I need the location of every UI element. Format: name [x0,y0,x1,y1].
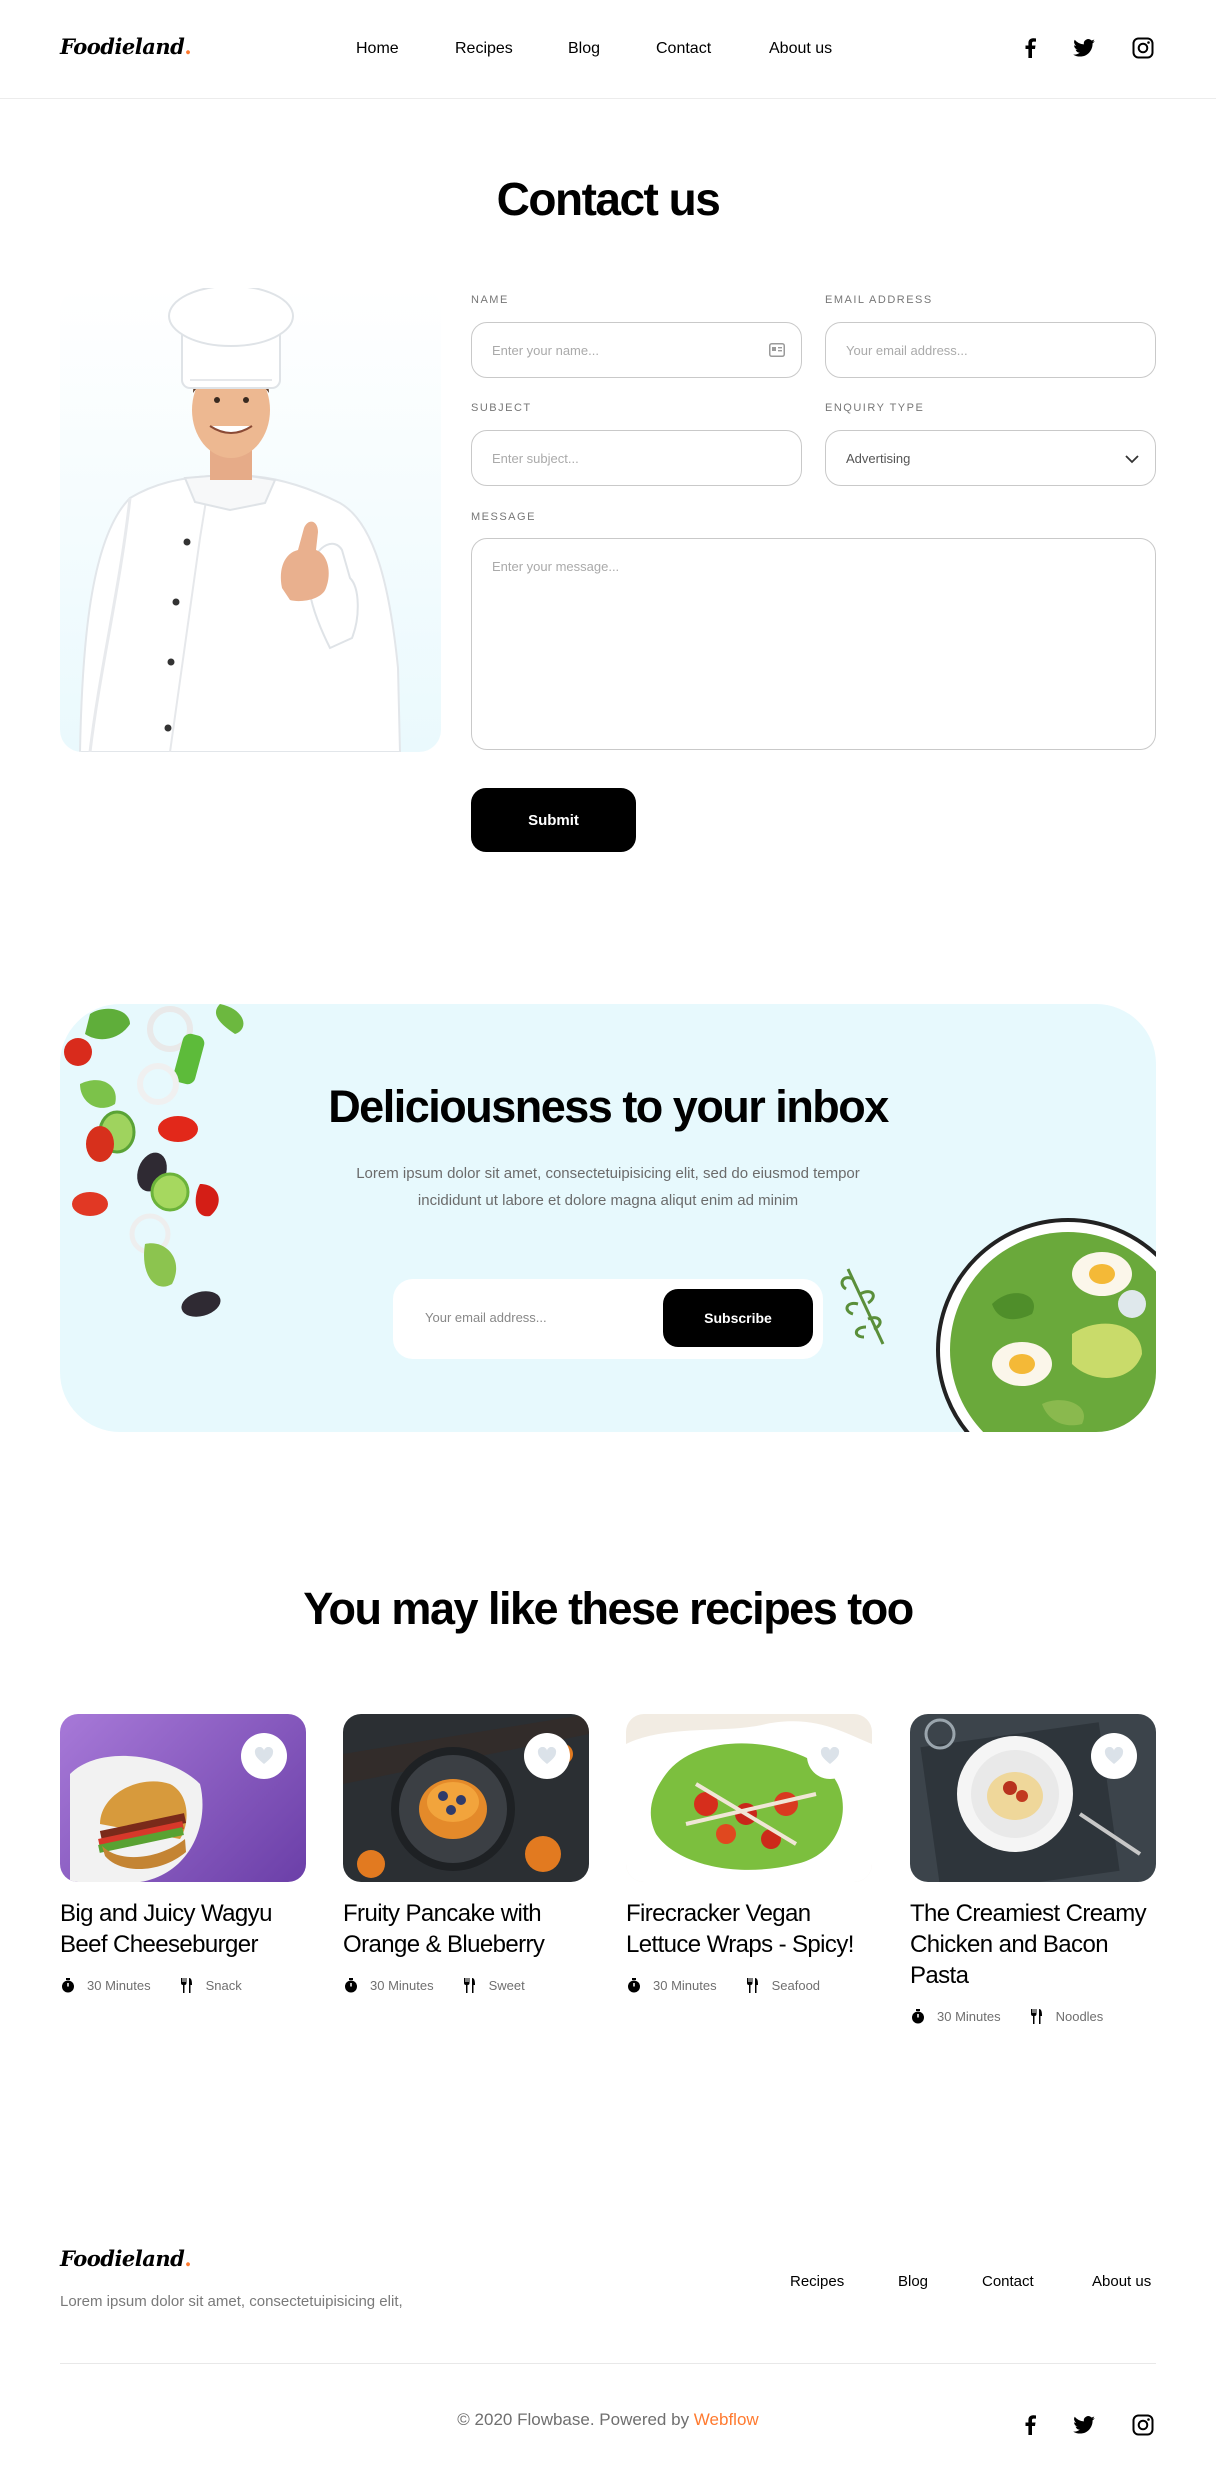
submit-button[interactable]: Submit [471,788,636,852]
herb-sprig-image [840,1268,885,1345]
site-header: Foodieland. Home Recipes Blog Contact Ab… [0,0,1216,99]
timer-icon [910,2009,925,2024]
timer-icon [626,1978,641,1993]
nav-home[interactable]: Home [356,40,399,58]
heart-icon [254,1747,274,1764]
recipe-image[interactable] [60,1714,306,1882]
recipe-image[interactable] [343,1714,589,1882]
nav-blog[interactable]: Blog [568,40,600,58]
email-input[interactable]: Your email address... [825,322,1156,378]
salad-bowl-image [936,1218,1156,1432]
timer-icon [60,1978,75,1993]
subject-label: SUBJECT [471,402,532,414]
contact-title: Contact us [496,173,721,225]
recipe-title[interactable]: Fruity Pancake with Orange & Blueberry [343,1898,589,1960]
nav-contact[interactable]: Contact [656,40,711,58]
favorite-button[interactable] [241,1733,287,1779]
recipe-image[interactable] [910,1714,1156,1882]
newsletter-email-input[interactable]: Your email address... [425,1310,547,1325]
message-label: MESSAGE [471,511,536,523]
name-input[interactable]: Enter your name... [471,322,802,378]
subscribe-button[interactable]: Subscribe [663,1289,813,1347]
newsletter-title: Deliciousness to your inbox [328,1081,889,1132]
footer-description: Lorem ipsum dolor sit amet, consectetuip… [60,2293,403,2310]
footer-logo[interactable]: Foodieland. [60,2246,192,2271]
fork-knife-icon [179,1978,194,1993]
recipe-card[interactable]: Fruity Pancake with Orange & Blueberry 3… [343,1714,589,1993]
chevron-down-icon [1125,452,1139,467]
fork-knife-icon [745,1978,760,1993]
recipe-meta: 30 Minutes Snack [60,1978,306,1993]
enquiry-type-label: ENQUIRY TYPE [825,402,925,414]
enquiry-type-select[interactable]: Advertising [825,430,1156,486]
logo[interactable]: Foodieland. [60,34,192,59]
newsletter-section: Deliciousness to your inbox Lorem ipsum … [60,1004,1156,1432]
recipe-title[interactable]: The Creamiest Creamy Chicken and Bacon P… [910,1898,1156,1991]
footer-nav-recipes[interactable]: Recipes [790,2273,844,2290]
subject-input[interactable]: Enter subject... [471,430,802,486]
name-label: NAME [471,294,509,306]
newsletter-description: Lorem ipsum dolor sit amet, consectetuip… [356,1165,860,1209]
footer-nav-blog[interactable]: Blog [898,2273,928,2290]
footer-nav-contact[interactable]: Contact [982,2273,1034,2290]
recipe-title[interactable]: Big and Juicy Wagyu Beef Cheeseburger [60,1898,306,1960]
timer-icon [343,1978,358,1993]
nav-about-us[interactable]: About us [769,40,832,58]
heart-icon [820,1747,840,1764]
salad-ingredients-image [64,1004,244,1317]
webflow-link[interactable]: Webflow [694,2410,759,2429]
footer-facebook-icon[interactable] [1017,2412,1043,2438]
recipe-meta: 30 Minutes Noodles [910,2009,1156,2024]
heart-icon [1104,1747,1124,1764]
newsletter-form: Your email address... Subscribe [393,1279,823,1359]
fork-knife-icon [1029,2009,1044,2024]
heart-icon [537,1747,557,1764]
fork-knife-icon [462,1978,477,1993]
recipes-section-title: You may like these recipes too [303,1583,914,1634]
recipe-meta: 30 Minutes Sweet [343,1978,589,1993]
nav-recipes[interactable]: Recipes [455,40,513,58]
recipe-card[interactable]: Firecracker Vegan Lettuce Wraps - Spicy!… [626,1714,872,1993]
recipe-card[interactable]: Big and Juicy Wagyu Beef Cheeseburger 30… [60,1714,306,1993]
favorite-button[interactable] [524,1733,570,1779]
footer-nav-about-us[interactable]: About us [1092,2273,1151,2290]
favorite-button[interactable] [807,1733,853,1779]
chef-image [60,288,441,752]
instagram-icon[interactable] [1130,35,1156,61]
footer-twitter-icon[interactable] [1071,2412,1097,2438]
recipe-image[interactable] [626,1714,872,1882]
message-textarea[interactable]: Enter your message... [471,538,1156,750]
contact-card-icon [769,343,785,360]
email-label: EMAIL ADDRESS [825,294,933,306]
favorite-button[interactable] [1091,1733,1137,1779]
recipe-meta: 30 Minutes Seafood [626,1978,872,1993]
footer-divider [60,2363,1156,2364]
recipe-title[interactable]: Firecracker Vegan Lettuce Wraps - Spicy! [626,1898,872,1960]
recipe-card[interactable]: The Creamiest Creamy Chicken and Bacon P… [910,1714,1156,2024]
footer-instagram-icon[interactable] [1130,2412,1156,2438]
twitter-icon[interactable] [1071,35,1097,61]
facebook-icon[interactable] [1017,35,1043,61]
